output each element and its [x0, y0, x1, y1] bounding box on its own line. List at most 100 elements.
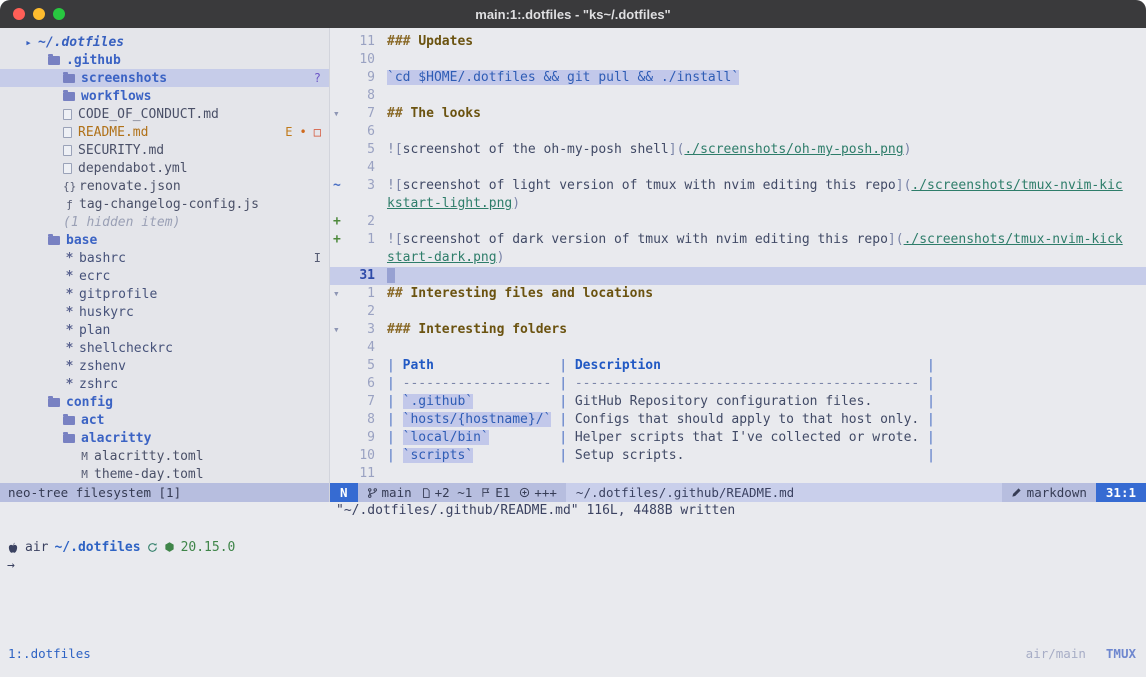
tree-item-huskyrc[interactable]: *huskyrc [0, 303, 329, 321]
tree-item-renovate-json[interactable]: {}renovate.json [0, 177, 329, 195]
editor-line[interactable]: kstart-light.png) [330, 195, 1146, 213]
editor-buffer[interactable]: 11### Updates 10 9`cd $HOME/.dotfiles &&… [330, 28, 1146, 483]
tree-item-readme-md[interactable]: README.mdE•□ [0, 123, 329, 141]
tree-item-config[interactable]: config [0, 393, 329, 411]
syntax-segment: kstart-light.png [387, 196, 512, 211]
git-modified-badge: □ [314, 125, 321, 139]
syntax-segment: ./screenshots/tmux-nvim-kick [904, 232, 1123, 247]
editor-line[interactable]: 4 [330, 159, 1146, 177]
shell-area[interactable]: air ~/.dotfiles 20.15.0 → [0, 520, 1146, 643]
editor-line[interactable]: ▾3### Interesting folders [330, 321, 1146, 339]
editor-line[interactable]: 10 [330, 51, 1146, 69]
tree-item-badges: ? [314, 71, 321, 85]
syntax-segment: | [551, 448, 574, 463]
syntax-segment: ]( [896, 178, 912, 193]
tree-item-zshrc[interactable]: *zshrc [0, 375, 329, 393]
traffic-lights [0, 8, 65, 20]
syntax-segment: | [387, 394, 403, 409]
git-segment: main +2 ~1 E1 +++ [358, 483, 566, 502]
tree-item-alacritty[interactable]: alacritty [0, 429, 329, 447]
tree-item-plan[interactable]: *plan [0, 321, 329, 339]
editor-line[interactable]: 6| ------------------- | ---------------… [330, 375, 1146, 393]
minimize-button[interactable] [33, 8, 45, 20]
editor-line[interactable]: 11 [330, 465, 1146, 483]
tree-item-code-of-conduct-md[interactable]: CODE_OF_CONDUCT.md [0, 105, 329, 123]
editor-line[interactable]: 6 [330, 123, 1146, 141]
tree-item-theme-day-toml[interactable]: Mtheme-day.toml [0, 465, 329, 483]
tree-item-base[interactable]: base [0, 231, 329, 249]
line-text: ## The looks [387, 105, 481, 123]
tree-item-label: theme-day.toml [94, 467, 204, 482]
editor-line[interactable]: 11### Updates [330, 33, 1146, 51]
tree-item-security-md[interactable]: SECURITY.md [0, 141, 329, 159]
editor-panel: 11### Updates 10 9`cd $HOME/.dotfiles &&… [330, 28, 1146, 502]
tree-item-label: ecrc [79, 269, 110, 284]
editor-cursor-line[interactable]: 31 [330, 267, 1146, 285]
tree-item-label: alacritty.toml [94, 449, 204, 464]
tree-item-label: ~/.dotfiles [38, 35, 124, 50]
git-diff: +2 ~1 [421, 483, 473, 502]
editor-line[interactable]: 2 [330, 303, 1146, 321]
tree-item-dependabot-yml[interactable]: dependabot.yml [0, 159, 329, 177]
syntax-segment: ![ [387, 232, 403, 247]
editor-line[interactable]: start-dark.png) [330, 249, 1146, 267]
tree-item-label: SECURITY.md [78, 143, 164, 158]
zoom-button[interactable] [53, 8, 65, 20]
syntax-segment [473, 394, 551, 409]
pencil-icon [1011, 487, 1022, 498]
file-icon [63, 109, 72, 120]
tree-item-act[interactable]: act [0, 411, 329, 429]
line-number [349, 249, 375, 267]
config-icon: * [63, 251, 76, 266]
fold-sign[interactable]: ▾ [330, 105, 349, 123]
editor-line[interactable]: 8| `hosts/{hostname}/` | Configs that sh… [330, 411, 1146, 429]
node-icon [164, 541, 175, 553]
editor-line[interactable]: 4 [330, 339, 1146, 357]
fold-sign[interactable]: ▾ [330, 285, 349, 303]
line-number: 1 [349, 285, 375, 303]
syntax-segment: ## [387, 106, 410, 121]
diagnostics: E1 [481, 483, 510, 502]
editor-line[interactable]: 9| `local/bin` | Helper scripts that I'v… [330, 429, 1146, 447]
tree-item-workflows[interactable]: workflows [0, 87, 329, 105]
tree-item-label: gitprofile [79, 287, 157, 302]
close-button[interactable] [13, 8, 25, 20]
sign-column [330, 339, 349, 357]
git-change-sign: ~ [330, 177, 349, 195]
tree-item-github[interactable]: .github [0, 51, 329, 69]
tree-item-label: README.md [78, 125, 148, 140]
tmux-window-name[interactable]: 1:.dotfiles [8, 646, 91, 661]
tree-item-ecrc[interactable]: *ecrc [0, 267, 329, 285]
editor-line[interactable]: 5![screenshot of the oh-my-posh shell](.… [330, 141, 1146, 159]
editor-line[interactable]: +1![screenshot of dark version of tmux w… [330, 231, 1146, 249]
syntax-segment: Setup scripts. [575, 448, 919, 463]
editor-line[interactable]: ~3![screenshot of light version of tmux … [330, 177, 1146, 195]
fold-sign[interactable]: ▾ [330, 321, 349, 339]
editor-line[interactable]: 7| `.github` | GitHub Repository configu… [330, 393, 1146, 411]
file-icon [421, 487, 431, 499]
editor-line[interactable]: ▾7## The looks [330, 105, 1146, 123]
config-icon: * [63, 359, 76, 374]
editor-line[interactable]: 8 [330, 87, 1146, 105]
tree-item-dotfiles[interactable]: ▸~/.dotfiles [0, 33, 329, 51]
tree-item-gitprofile[interactable]: *gitprofile [0, 285, 329, 303]
line-text: ### Interesting folders [387, 321, 567, 339]
tree-item-shellcheckrc[interactable]: *shellcheckrc [0, 339, 329, 357]
tree-item-alacritty-toml[interactable]: Malacritty.toml [0, 447, 329, 465]
editor-line[interactable]: ▾1## Interesting files and locations [330, 285, 1146, 303]
tree-item-bashrc[interactable]: *bashrcI [0, 249, 329, 267]
syntax-segment: | [387, 376, 403, 391]
config-icon: * [63, 323, 76, 338]
syntax-segment: ![ [387, 178, 403, 193]
syntax-segment: ) [497, 250, 505, 265]
editor-line[interactable]: 9`cd $HOME/.dotfiles && git pull && ./in… [330, 69, 1146, 87]
editor-line[interactable]: 5| Path | Description | [330, 357, 1146, 375]
tree-item-screenshots[interactable]: screenshots? [0, 69, 329, 87]
tree-item-1-hidden-item[interactable]: (1 hidden item) [0, 213, 329, 231]
editor-line[interactable]: 10| `scripts` | Setup scripts. | [330, 447, 1146, 465]
tree-item-zshenv[interactable]: *zshenv [0, 357, 329, 375]
editor-line[interactable]: +2 [330, 213, 1146, 231]
tree-item-tag-changelog-config-js[interactable]: ƒtag-changelog-config.js [0, 195, 329, 213]
syntax-segment: ) [904, 142, 912, 157]
syntax-segment: Path [403, 358, 434, 373]
